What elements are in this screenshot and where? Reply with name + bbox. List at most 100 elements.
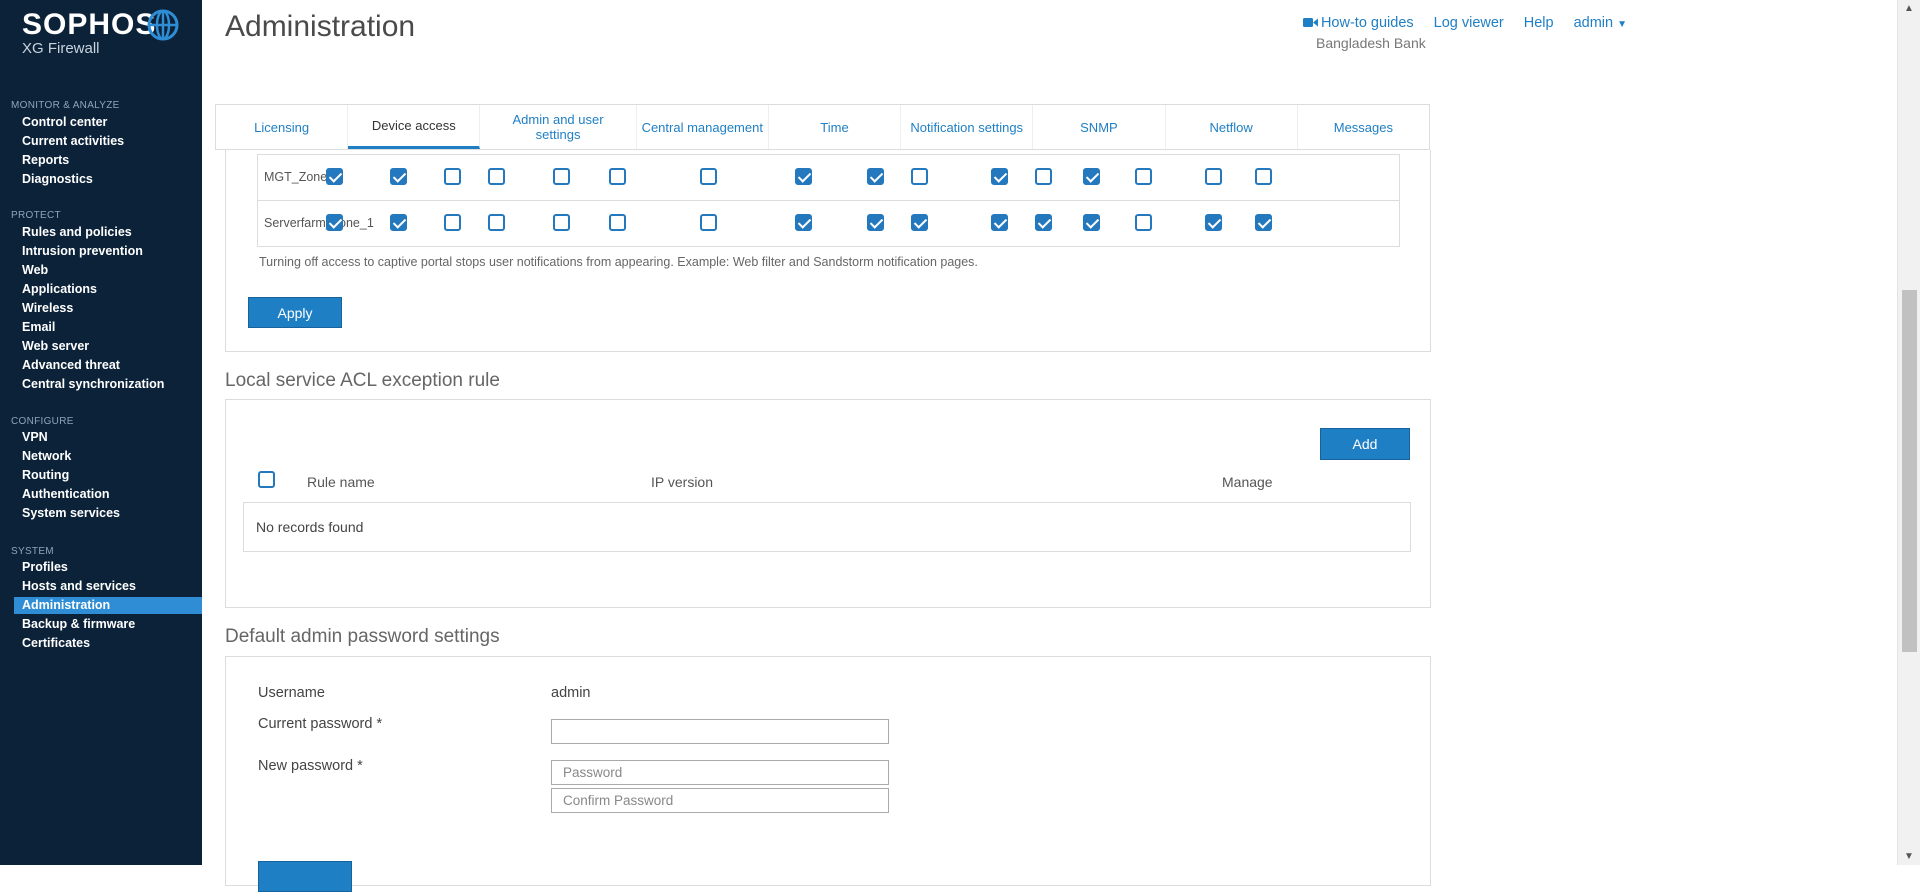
col-manage: Manage bbox=[1222, 474, 1273, 490]
nav-control-center[interactable]: Control center bbox=[14, 114, 202, 131]
nav-rules-and-policies[interactable]: Rules and policies bbox=[14, 224, 202, 241]
acl-checkbox[interactable] bbox=[390, 214, 407, 231]
admin-password-title: Default admin password settings bbox=[225, 626, 500, 647]
username-label: Username bbox=[258, 685, 325, 701]
acl-checkbox[interactable] bbox=[1035, 168, 1052, 185]
change-password-button[interactable] bbox=[258, 861, 352, 892]
help-link[interactable]: Help bbox=[1524, 15, 1554, 31]
nav-section-configure: CONFIGURE bbox=[11, 416, 74, 427]
acl-checkbox[interactable] bbox=[1083, 168, 1100, 185]
acl-checkbox[interactable] bbox=[326, 214, 343, 231]
brand-logo[interactable]: SOPHOS XG Firewall bbox=[22, 8, 156, 57]
tab-licensing[interactable]: Licensing bbox=[216, 105, 349, 149]
tab-device-access[interactable]: Device access bbox=[348, 105, 481, 149]
acl-checkbox[interactable] bbox=[488, 168, 505, 185]
acl-checkbox[interactable] bbox=[911, 214, 928, 231]
col-rule-name[interactable]: Rule name bbox=[307, 474, 375, 490]
tab-netflow[interactable]: Netflow bbox=[1166, 105, 1298, 149]
acl-checkbox[interactable] bbox=[1255, 168, 1272, 185]
acl-checkbox[interactable] bbox=[700, 168, 717, 185]
acl-checkbox[interactable] bbox=[795, 214, 812, 231]
nav-profiles[interactable]: Profiles bbox=[14, 559, 202, 576]
sidebar: SOPHOS XG Firewall MONITOR & ANALYZE Con… bbox=[0, 0, 202, 865]
acl-checkbox[interactable] bbox=[488, 214, 505, 231]
captive-portal-note: Turning off access to captive portal sto… bbox=[259, 255, 978, 269]
nav-applications[interactable]: Applications bbox=[14, 281, 202, 298]
acl-checkbox[interactable] bbox=[1255, 214, 1272, 231]
howto-link[interactable]: How-to guides bbox=[1302, 15, 1414, 31]
acl-checkbox[interactable] bbox=[444, 214, 461, 231]
acl-checkbox[interactable] bbox=[700, 214, 717, 231]
acl-checkbox[interactable] bbox=[609, 168, 626, 185]
main-content: Administration How-to guides Log viewer … bbox=[202, 0, 1897, 892]
nav-email[interactable]: Email bbox=[14, 319, 202, 336]
nav-central-synchronization[interactable]: Central synchronization bbox=[14, 376, 202, 393]
nav-web-server[interactable]: Web server bbox=[14, 338, 202, 355]
new-password-input[interactable]: Password bbox=[551, 760, 889, 785]
log-viewer-link[interactable]: Log viewer bbox=[1434, 15, 1504, 31]
acl-checkbox[interactable] bbox=[991, 214, 1008, 231]
acl-checkbox[interactable] bbox=[444, 168, 461, 185]
tab-messages[interactable]: Messages bbox=[1298, 105, 1429, 149]
nav-routing[interactable]: Routing bbox=[14, 467, 202, 484]
tab-notification-settings[interactable]: Notification settings bbox=[901, 105, 1034, 149]
scroll-up-icon[interactable]: ▲ bbox=[1904, 3, 1914, 14]
acl-checkbox[interactable] bbox=[795, 168, 812, 185]
nav-administration[interactable]: Administration bbox=[14, 597, 202, 614]
acl-checkbox[interactable] bbox=[609, 214, 626, 231]
nav-reports[interactable]: Reports bbox=[14, 152, 202, 169]
brand-name: SOPHOS bbox=[22, 8, 157, 41]
acl-checkbox[interactable] bbox=[553, 214, 570, 231]
username-value: admin bbox=[551, 685, 591, 701]
nav-hosts-and-services[interactable]: Hosts and services bbox=[14, 578, 202, 595]
acl-checkbox[interactable] bbox=[1205, 214, 1222, 231]
nav-diagnostics[interactable]: Diagnostics bbox=[14, 171, 202, 188]
nav-advanced-threat[interactable]: Advanced threat bbox=[14, 357, 202, 374]
nav-intrusion-prevention[interactable]: Intrusion prevention bbox=[14, 243, 202, 260]
nav-certificates[interactable]: Certificates bbox=[14, 635, 202, 652]
nav-web[interactable]: Web bbox=[14, 262, 202, 279]
acl-checkbox[interactable] bbox=[390, 168, 407, 185]
acl-checkbox[interactable] bbox=[1135, 168, 1152, 185]
acl-checkbox[interactable] bbox=[1135, 214, 1152, 231]
current-password-label: Current password * bbox=[258, 716, 383, 732]
nav-vpn[interactable]: VPN bbox=[14, 429, 202, 446]
select-all-checkbox[interactable] bbox=[258, 471, 275, 488]
nav-backup-firmware[interactable]: Backup & firmware bbox=[14, 616, 202, 633]
top-links: How-to guides Log viewer Help admin ▼ bbox=[1302, 15, 1627, 31]
nav-section-protect: PROTECT bbox=[11, 210, 61, 221]
acl-checkbox[interactable] bbox=[1035, 214, 1052, 231]
nav-current-activities[interactable]: Current activities bbox=[14, 133, 202, 150]
user-menu[interactable]: admin ▼ bbox=[1574, 15, 1627, 31]
current-password-input[interactable] bbox=[551, 719, 889, 744]
acl-checkbox[interactable] bbox=[911, 168, 928, 185]
acl-checkbox[interactable] bbox=[1205, 168, 1222, 185]
tab-snmp[interactable]: SNMP bbox=[1033, 105, 1166, 149]
acl-checkbox[interactable] bbox=[326, 168, 343, 185]
nav-network[interactable]: Network bbox=[14, 448, 202, 465]
acl-checkbox[interactable] bbox=[553, 168, 570, 185]
scrollbar-thumb[interactable] bbox=[1902, 290, 1917, 652]
confirm-password-input[interactable]: Confirm Password bbox=[551, 788, 889, 813]
page-scrollbar[interactable]: ▲ ▼ bbox=[1897, 0, 1920, 865]
tab-central-management[interactable]: Central management bbox=[637, 105, 769, 149]
acl-grid: MGT_Zone Serverfarm_zone_1 bbox=[257, 154, 1400, 247]
nav-system-services[interactable]: System services bbox=[14, 505, 202, 522]
page-title: Administration bbox=[225, 10, 416, 43]
caret-down-icon: ▼ bbox=[1617, 19, 1627, 30]
apply-button[interactable]: Apply bbox=[248, 297, 342, 328]
add-button[interactable]: Add bbox=[1320, 428, 1410, 460]
acl-checkbox[interactable] bbox=[867, 214, 884, 231]
tab-admin-user-settings[interactable]: Admin and user settings bbox=[480, 105, 637, 149]
scroll-down-icon[interactable]: ▼ bbox=[1904, 851, 1914, 862]
nav-wireless[interactable]: Wireless bbox=[14, 300, 202, 317]
tab-bar: Licensing Device access Admin and user s… bbox=[215, 104, 1430, 150]
user-name: admin bbox=[1573, 15, 1614, 31]
tab-time[interactable]: Time bbox=[769, 105, 902, 149]
acl-checkbox[interactable] bbox=[867, 168, 884, 185]
brand-product: XG Firewall bbox=[22, 40, 100, 57]
acl-checkbox[interactable] bbox=[1083, 214, 1100, 231]
acl-checkbox[interactable] bbox=[991, 168, 1008, 185]
col-ip-version[interactable]: IP version bbox=[651, 474, 713, 490]
nav-authentication[interactable]: Authentication bbox=[14, 486, 202, 503]
